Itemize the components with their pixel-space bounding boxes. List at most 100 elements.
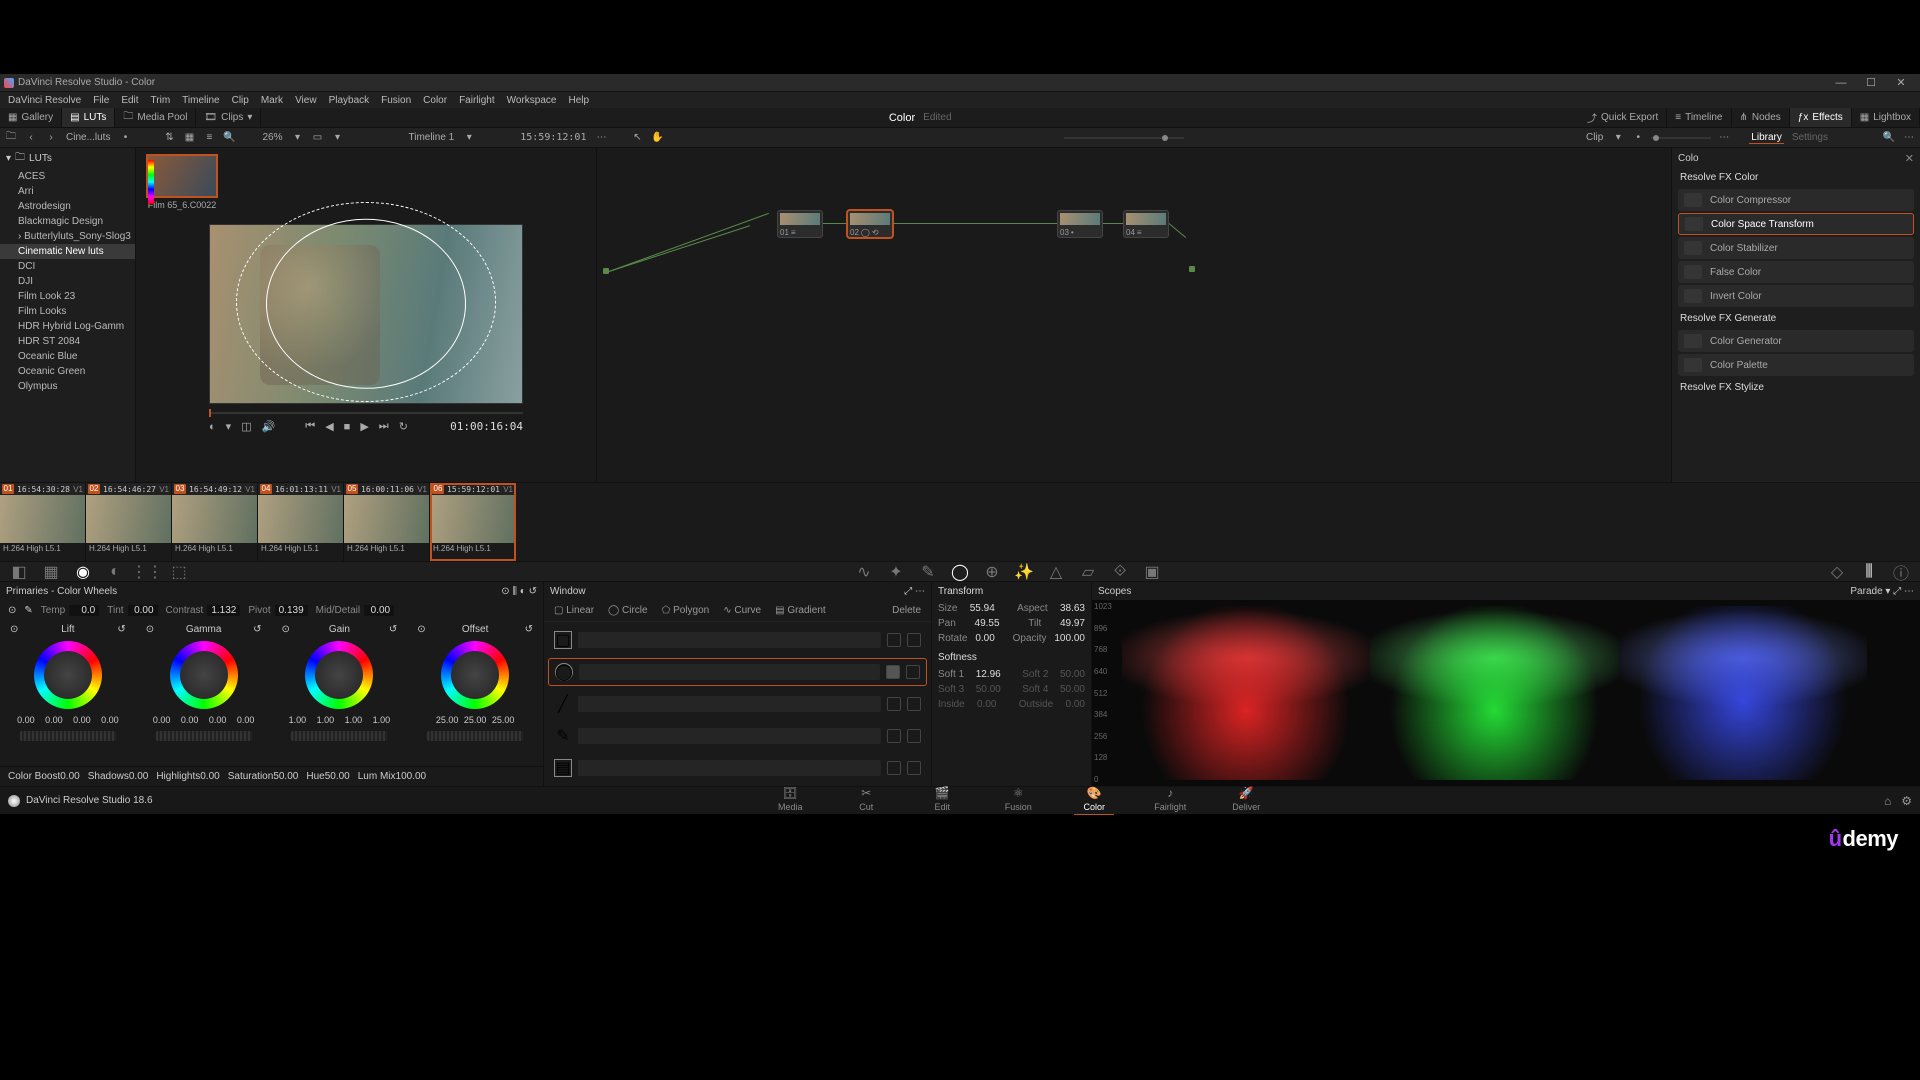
luts-folder[interactable]: Oceanic Blue [0, 349, 135, 364]
palette-warper-icon[interactable]: ✦ [887, 565, 905, 579]
color-wheel[interactable] [305, 641, 373, 709]
node-04[interactable]: 04≡ [1123, 210, 1169, 238]
wheel-value[interactable]: 0.00 [98, 715, 122, 725]
auto-balance-icon[interactable]: ⊙ [501, 586, 509, 597]
param-value[interactable]: 0.00 [1066, 699, 1085, 710]
invert-toggle[interactable] [907, 761, 921, 775]
luts-folder[interactable]: DJI [0, 274, 135, 289]
wheel-value[interactable]: 0.00 [42, 715, 66, 725]
page-fairlight[interactable]: ♪Fairlight [1132, 786, 1208, 815]
palette-qualifier-icon[interactable]: ✎ [919, 565, 937, 579]
mask-toggle[interactable] [886, 665, 900, 679]
page-edit[interactable]: 🎬Edit [904, 786, 980, 815]
wheel-value[interactable]: 0.00 [70, 715, 94, 725]
palette-bsl-icon[interactable]: △ [1047, 565, 1065, 579]
palette-scopes-icon[interactable]: ⫼ [1860, 565, 1878, 579]
clip-slider[interactable] [1651, 135, 1711, 141]
luts-folder[interactable]: Film Look 23 [0, 289, 135, 304]
clip-thumbnail[interactable]: 0615:59:12:01V1H.264 High L5.1 [430, 483, 516, 561]
param-value[interactable]: 1.132 [207, 605, 240, 616]
lut-thumbnail[interactable]: Film 65_6.C0022 [146, 154, 218, 210]
color-wheel[interactable] [170, 641, 238, 709]
hand-tool-icon[interactable]: ✋ [650, 131, 664, 145]
param-value[interactable]: 50.00 [976, 684, 1001, 695]
loop-button[interactable]: ↻ [399, 420, 408, 433]
tab-nodes[interactable]: ⋔Nodes [1732, 108, 1790, 127]
stop-button[interactable]: ■ [344, 421, 351, 433]
tab-lightbox[interactable]: ▦Lightbox [1852, 108, 1920, 127]
reset-icon[interactable]: ↺ [253, 624, 261, 635]
param-value[interactable]: 0.00 [977, 699, 996, 710]
shape-curve[interactable]: ∿ Curve [723, 605, 761, 616]
luts-folder[interactable]: Cinematic New luts [0, 244, 135, 259]
node-graph[interactable]: 01≡ 02◯⟲ 03• 04≡ [596, 148, 1672, 482]
viewer-canvas[interactable] [209, 224, 523, 404]
palette-motion-icon[interactable]: ⬚ [170, 565, 188, 579]
library-search-input[interactable] [1678, 153, 1905, 164]
node-output-port[interactable] [1189, 266, 1195, 272]
clip-thumbnail[interactable]: 0416:01:13:11V1H.264 High L5.1 [258, 483, 344, 561]
mask-toggle[interactable] [887, 729, 901, 743]
luts-folder[interactable]: Film Looks [0, 304, 135, 319]
tab-luts[interactable]: ▤LUTs [62, 108, 115, 127]
picker-icon[interactable]: ⊙ [417, 624, 425, 635]
first-frame-button[interactable]: ⏮ [305, 420, 315, 433]
clear-search-button[interactable]: ✕ [1905, 152, 1914, 165]
menu-item[interactable]: DaVinci Resolve [2, 95, 87, 106]
picker-icon[interactable]: ⊙ [282, 624, 290, 635]
picker-icon[interactable]: ⊙ [10, 624, 18, 635]
search-icon[interactable]: 🔍 [1882, 131, 1896, 145]
viewer-timecode[interactable]: 01:00:16:04 [450, 420, 523, 433]
reset-icon[interactable]: ↺ [117, 624, 125, 635]
param-value[interactable]: 50.00 [1060, 684, 1085, 695]
shape-gradient[interactable]: ▤ Gradient [775, 605, 826, 616]
power-window-outline[interactable] [266, 219, 466, 389]
close-button[interactable]: ✕ [1886, 76, 1916, 89]
param-value[interactable]: 0.00 [60, 771, 79, 782]
menu-item[interactable]: Help [562, 95, 595, 106]
palette-color-match-icon[interactable]: ▦ [42, 565, 60, 579]
delete-button[interactable]: Delete [892, 605, 921, 616]
reset-icon[interactable]: ↺ [389, 624, 397, 635]
master-jog[interactable] [20, 731, 116, 741]
picker-wb-icon[interactable]: ✎ [24, 605, 32, 616]
library-tab[interactable]: Library [1749, 132, 1784, 144]
invert-toggle[interactable] [907, 633, 921, 647]
wheel-value[interactable]: 0.00 [178, 715, 202, 725]
window-item-curve[interactable]: ✎ [548, 722, 927, 750]
invert-toggle[interactable] [907, 697, 921, 711]
menu-item[interactable]: Trim [145, 95, 177, 106]
tab-media-pool[interactable]: 🗀Media Pool [115, 108, 196, 127]
window-item-linear[interactable]: ▢ [548, 626, 927, 654]
reset-icon[interactable]: ↺ [529, 586, 537, 597]
tab-clips[interactable]: 🎞Clips▾ [196, 108, 261, 127]
scope-mode[interactable]: Parade [1850, 586, 1882, 597]
library-item[interactable]: Color Space Transform [1678, 213, 1914, 235]
bullet-icon[interactable]: • [118, 131, 132, 145]
wheel-value[interactable]: 0.00 [234, 715, 258, 725]
record-timecode[interactable]: 15:59:12:01 [518, 132, 588, 143]
page-fusion[interactable]: ⚛Fusion [980, 786, 1056, 815]
clip-thumbnail[interactable]: 0516:00:11:06V1H.264 High L5.1 [344, 483, 430, 561]
minimize-button[interactable]: — [1826, 77, 1856, 89]
luts-folder[interactable]: ACES [0, 169, 135, 184]
wheel-value[interactable]: 1.00 [341, 715, 365, 725]
split-icon[interactable]: ◫ [241, 420, 251, 433]
master-jog[interactable] [156, 731, 252, 741]
luts-folder[interactable]: Arri [0, 184, 135, 199]
more-icon[interactable]: ⋯ [1902, 131, 1916, 145]
library-item[interactable]: Color Generator [1678, 330, 1914, 352]
param-value[interactable]: 55.94 [970, 603, 995, 614]
wheel-value[interactable]: 1.00 [369, 715, 393, 725]
window-item-gradient[interactable]: ▤ [548, 754, 927, 782]
node-02[interactable]: 02◯⟲ [847, 210, 893, 238]
viewer[interactable]: ◐ ▾ ◫ 🔊 ⏮ ◀ ■ ▶ ⏭ ↻ 01:00:16:04 [136, 218, 596, 482]
param-value[interactable]: 38.63 [1060, 603, 1085, 614]
color-wheel[interactable] [441, 641, 509, 709]
bypass-icon[interactable]: ◐ [209, 421, 216, 433]
palette-window-icon[interactable]: ◯ [951, 565, 969, 579]
palette-magic-mask-icon[interactable]: ✨ [1015, 565, 1033, 579]
menu-item[interactable]: Fusion [375, 95, 417, 106]
chevron-down-icon[interactable]: ▾ [226, 420, 232, 433]
palette-curves-icon[interactable]: ∿ [855, 565, 873, 579]
